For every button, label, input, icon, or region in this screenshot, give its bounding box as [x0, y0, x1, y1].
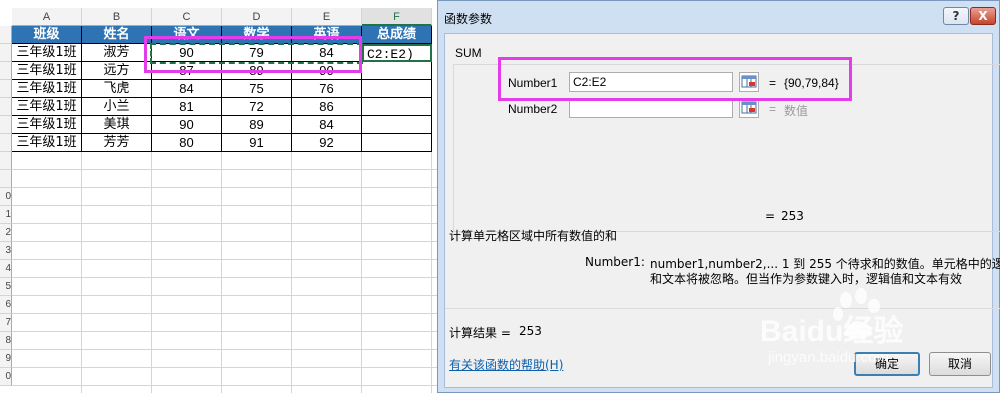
row-header[interactable]: 9: [0, 350, 12, 368]
number2-label: Number2: [508, 102, 558, 116]
dialog-title: 函数参数: [444, 12, 493, 26]
row-header[interactable]: 0: [0, 188, 12, 206]
close-button[interactable]: X: [970, 7, 996, 25]
cell-english[interactable]: 84: [292, 116, 362, 134]
row-header[interactable]: 7: [0, 314, 12, 332]
highlight-box-number1: [498, 57, 852, 101]
number2-input[interactable]: [569, 98, 733, 118]
calc-result-value: 253: [519, 324, 542, 338]
row-header[interactable]: [0, 170, 12, 188]
cell-total[interactable]: [362, 134, 432, 152]
cell-chinese[interactable]: 84: [152, 80, 222, 98]
cell-name[interactable]: 小兰: [82, 98, 152, 116]
cell-class[interactable]: 三年级1班: [12, 62, 82, 80]
cell-math[interactable]: 89: [222, 116, 292, 134]
arguments-group: Number1 C2:E2 = {90,79,84} Number2 = 数值: [453, 57, 1000, 232]
cell-english[interactable]: 92: [292, 134, 362, 152]
row-header[interactable]: 1: [0, 206, 12, 224]
cell-english[interactable]: 76: [292, 80, 362, 98]
cell-total[interactable]: [362, 62, 432, 80]
row-header[interactable]: 6: [0, 296, 12, 314]
cell-chinese[interactable]: 81: [152, 98, 222, 116]
cell-chinese[interactable]: 80: [152, 134, 222, 152]
spreadsheet: A B C D E F 0 1 2 3 4 5 6 7 8 9 0 班级 姓名 …: [0, 0, 440, 393]
cell-english[interactable]: 86: [292, 98, 362, 116]
row-header[interactable]: 4: [0, 260, 12, 278]
cell-name[interactable]: 飞虎: [82, 80, 152, 98]
cell-total[interactable]: [362, 80, 432, 98]
column-header-a[interactable]: A: [12, 8, 82, 26]
total-eq: =: [765, 209, 776, 223]
function-description: 计算单元格区域中所有数值的和: [449, 229, 618, 243]
help-button[interactable]: ?: [943, 7, 969, 25]
row-header[interactable]: [0, 134, 12, 152]
watermark-brand: Baidu经验: [760, 315, 904, 348]
cell-math[interactable]: 75: [222, 80, 292, 98]
row-header[interactable]: [0, 62, 12, 80]
empty-grid[interactable]: [12, 152, 440, 393]
row-header[interactable]: 5: [0, 278, 12, 296]
cell-class[interactable]: 三年级1班: [12, 44, 82, 62]
function-arguments-dialog: 函数参数 ? X SUM Number1 C2:E2 = {90,79,84} …: [437, 0, 1000, 393]
cell-class[interactable]: 三年级1班: [12, 98, 82, 116]
cell-class[interactable]: 三年级1班: [12, 116, 82, 134]
cell-chinese[interactable]: 90: [152, 116, 222, 134]
row-header[interactable]: 8: [0, 332, 12, 350]
watermark: Baidu经验 jingyan.baidu.com: [758, 281, 998, 391]
cell-math[interactable]: 72: [222, 98, 292, 116]
calc-result-label: 计算结果 =: [449, 326, 511, 340]
header-cell-total[interactable]: 总成绩: [362, 26, 432, 44]
help-link[interactable]: 有关该函数的帮助(H): [449, 356, 563, 373]
header-cell-class[interactable]: 班级: [12, 26, 82, 44]
dialog-titlebar[interactable]: 函数参数 ? X: [438, 1, 999, 33]
column-header-d[interactable]: D: [222, 8, 292, 26]
cell-name[interactable]: 淑芳: [82, 44, 152, 62]
cell-total[interactable]: [362, 98, 432, 116]
cell-name[interactable]: 芳芳: [82, 134, 152, 152]
row-header[interactable]: [0, 44, 12, 62]
row-header[interactable]: 3: [0, 242, 12, 260]
active-cell-formula[interactable]: C2:E2): [362, 44, 432, 62]
row-header[interactable]: [0, 26, 12, 44]
cell-name[interactable]: 远方: [82, 62, 152, 80]
header-cell-name[interactable]: 姓名: [82, 26, 152, 44]
column-header-b[interactable]: B: [82, 8, 152, 26]
range-select-icon[interactable]: [739, 98, 759, 118]
number2-result: 数值: [784, 104, 809, 118]
row-header[interactable]: 0: [0, 368, 12, 386]
row-header[interactable]: [0, 116, 12, 134]
row-header[interactable]: [0, 98, 12, 116]
cell-math[interactable]: 91: [222, 134, 292, 152]
column-header-c[interactable]: C: [152, 8, 222, 26]
highlight-box-range: [144, 36, 362, 73]
total-result: 253: [781, 209, 804, 223]
cell-class[interactable]: 三年级1班: [12, 80, 82, 98]
function-name: SUM: [455, 46, 482, 60]
row-header[interactable]: [0, 152, 12, 170]
cell-class[interactable]: 三年级1班: [12, 134, 82, 152]
column-header-f[interactable]: F: [362, 8, 432, 26]
row-header[interactable]: [0, 80, 12, 98]
number2-eq: =: [769, 102, 777, 116]
watermark-url: jingyan.baidu.com: [768, 349, 889, 366]
cell-name[interactable]: 美琪: [82, 116, 152, 134]
column-header-e[interactable]: E: [292, 8, 362, 26]
cell-total[interactable]: [362, 116, 432, 134]
row-header[interactable]: 2: [0, 224, 12, 242]
param-name: Number1:: [585, 255, 645, 269]
